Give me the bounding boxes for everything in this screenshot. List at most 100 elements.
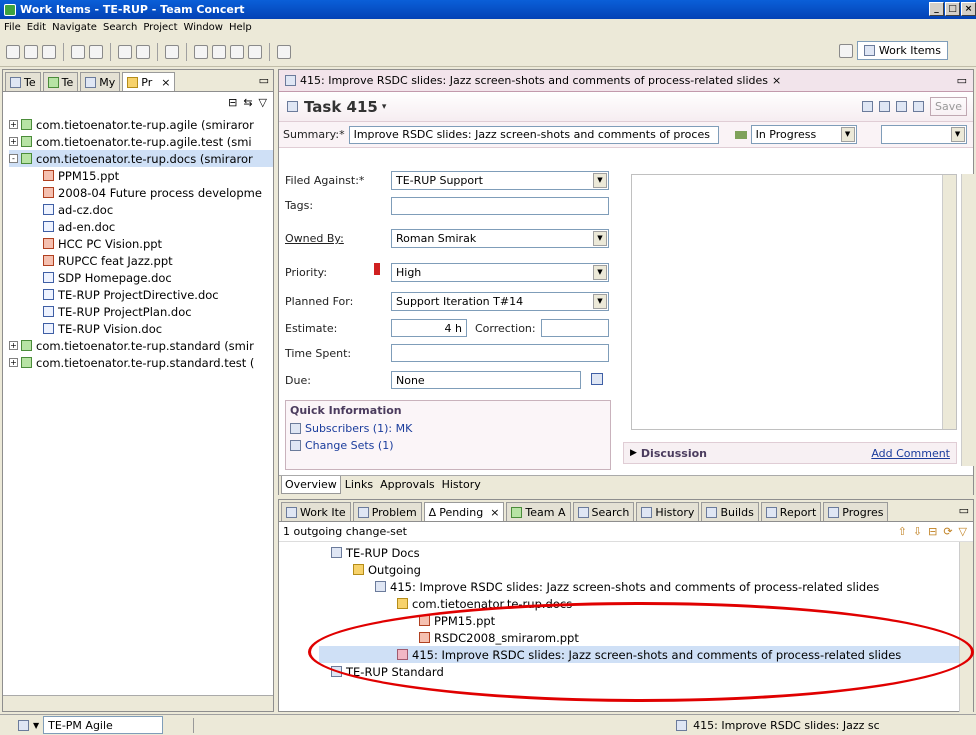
chevron-down-icon[interactable]: ▾ [382, 102, 387, 112]
link-with-editor-icon[interactable]: ⇆ [243, 96, 252, 109]
pending-item[interactable]: com.tietoenator.te-rup.docs [319, 595, 973, 612]
action-select[interactable]: ▼ [880, 125, 967, 144]
menu-project[interactable]: Project [143, 22, 177, 33]
tab-team-1[interactable]: Te [5, 72, 41, 91]
tab-approvals[interactable]: Approvals [377, 476, 438, 493]
tab-pending[interactable]: Δ Pending × [423, 502, 505, 521]
refresh-icon[interactable] [861, 101, 873, 112]
tree-item[interactable]: - com.tietoenator.te-rup.docs (smiraror [9, 150, 273, 167]
owned-by-label[interactable]: Owned By: [285, 232, 344, 245]
close-icon[interactable]: × [161, 76, 170, 89]
menu-edit[interactable]: Edit [27, 22, 46, 33]
pen-icon[interactable] [165, 44, 179, 59]
tab-search[interactable]: Search [572, 502, 635, 521]
horizontal-scrollbar[interactable] [3, 695, 273, 711]
state-select[interactable]: In Progress ▼ [750, 125, 857, 144]
minimize-editor-icon[interactable]: ▭ [957, 74, 967, 87]
editor-scrollbar[interactable] [961, 174, 974, 466]
tab-work-items[interactable]: Work Ite [281, 502, 351, 521]
accept-icon[interactable]: ⇩ [913, 525, 922, 538]
tree-item[interactable]: ad-en.doc [9, 218, 273, 235]
tree-item[interactable]: TE-RUP Vision.doc [9, 320, 273, 337]
tab-project-explorer[interactable]: Pr × [122, 72, 176, 91]
priority-select[interactable]: High ▼ [391, 263, 609, 282]
summary-input[interactable]: Improve RSDC slides: Jazz screen-shots a… [348, 125, 719, 144]
tree-item[interactable]: HCC PC Vision.ppt [9, 235, 273, 252]
pending-item[interactable]: TE-RUP Docs [319, 544, 973, 561]
editor-tab[interactable]: 415: Improve RSDC slides: Jazz screen-sh… [279, 70, 973, 92]
share-icon[interactable] [912, 101, 924, 112]
description-scrollbar[interactable] [942, 175, 956, 429]
subscribers-link[interactable]: Subscribers (1): MK [305, 422, 412, 435]
estimate-input[interactable]: 4 h [391, 319, 467, 337]
expand-icon[interactable]: + [9, 341, 18, 350]
minimize-view-icon[interactable]: ▭ [259, 74, 269, 87]
tree-item[interactable]: 2008-04 Future process developme [9, 184, 273, 201]
tree-item[interactable]: PPM15.ppt [9, 167, 273, 184]
description-area[interactable] [631, 174, 957, 430]
expand-icon[interactable]: ▶ [630, 448, 637, 458]
new-icon[interactable] [6, 44, 20, 59]
open-perspective-icon[interactable] [838, 43, 853, 58]
minimize-button[interactable]: _ [929, 2, 944, 16]
tab-team-artifacts[interactable]: Team A [506, 502, 571, 521]
pending-item[interactable]: Outgoing [319, 561, 973, 578]
search-icon[interactable] [89, 44, 103, 59]
menu-search[interactable]: Search [103, 22, 137, 33]
collapse-icon[interactable]: - [9, 154, 18, 163]
calendar-icon[interactable] [591, 373, 603, 385]
planned-for-select[interactable]: Support Iteration T#14 ▼ [391, 292, 609, 311]
view-menu-icon[interactable]: ▽ [259, 96, 267, 109]
window-icon[interactable] [118, 44, 132, 59]
menu-help[interactable]: Help [229, 22, 252, 33]
tab-history[interactable]: History [636, 502, 700, 521]
close-button[interactable]: × [961, 2, 976, 16]
tree-item[interactable]: + com.tietoenator.te-rup.standard.test ( [9, 354, 273, 371]
team-icon[interactable] [277, 44, 291, 59]
add-comment-link[interactable]: Add Comment [871, 447, 950, 460]
deliver-icon[interactable]: ⇧ [898, 525, 907, 538]
tab-problems[interactable]: Problem [352, 502, 422, 521]
tab-links[interactable]: Links [342, 476, 376, 493]
tree-item[interactable]: SDP Homepage.doc [9, 269, 273, 286]
close-editor-icon[interactable]: × [772, 74, 781, 87]
task-title[interactable]: Task 415 [304, 98, 378, 116]
dropdown-icon[interactable]: ▼ [33, 721, 39, 730]
back-icon[interactable] [230, 44, 244, 59]
tab-reports[interactable]: Report [760, 502, 822, 521]
pending-item[interactable]: 415: Improve RSDC slides: Jazz screen-sh… [319, 646, 973, 663]
previous-annotation-icon[interactable] [212, 44, 226, 59]
tree-item[interactable]: RUPCC feat Jazz.ppt [9, 252, 273, 269]
tab-progress[interactable]: Progres [823, 502, 889, 521]
filed-against-select[interactable]: TE-RUP Support ▼ [391, 171, 609, 190]
help-icon[interactable] [71, 44, 85, 59]
tab-overview[interactable]: Overview [281, 476, 341, 494]
save-button[interactable]: Save [929, 97, 967, 116]
expand-icon[interactable]: + [9, 358, 18, 367]
pending-scrollbar[interactable] [959, 542, 973, 712]
tree-item[interactable]: ad-cz.doc [9, 201, 273, 218]
tree-item[interactable]: + com.tietoenator.te-rup.standard (smir [9, 337, 273, 354]
close-icon[interactable]: × [490, 506, 499, 519]
collapse-all-icon[interactable]: ⊟ [228, 96, 237, 109]
collapse-all-icon[interactable]: ⊟ [928, 525, 937, 538]
current-work-item[interactable]: 415: Improve RSDC slides: Jazz sc [693, 719, 880, 732]
minimize-view-icon[interactable]: ▭ [959, 504, 969, 517]
pending-item[interactable]: PPM15.ppt [319, 612, 973, 629]
change-sets-link[interactable]: Change Sets (1) [305, 439, 393, 452]
menu-file[interactable]: File [4, 22, 21, 33]
tree-item[interactable]: TE-RUP ProjectDirective.doc [9, 286, 273, 303]
expand-icon[interactable]: + [9, 120, 18, 129]
forward-icon[interactable] [248, 44, 262, 59]
menu-navigate[interactable]: Navigate [52, 22, 97, 33]
perspective-work-items[interactable]: Work Items [856, 41, 948, 60]
time-spent-input[interactable] [391, 344, 609, 362]
tags-input[interactable] [391, 197, 609, 215]
maximize-button[interactable]: □ [945, 2, 960, 16]
camera-icon[interactable] [136, 44, 150, 59]
tree-item[interactable]: + com.tietoenator.te-rup.agile.test (smi [9, 133, 273, 150]
copy-icon[interactable] [895, 101, 907, 112]
tree-item[interactable]: + com.tietoenator.te-rup.agile (smiraror [9, 116, 273, 133]
due-input[interactable]: None [391, 371, 581, 389]
view-menu-icon[interactable]: ▽ [959, 525, 967, 538]
